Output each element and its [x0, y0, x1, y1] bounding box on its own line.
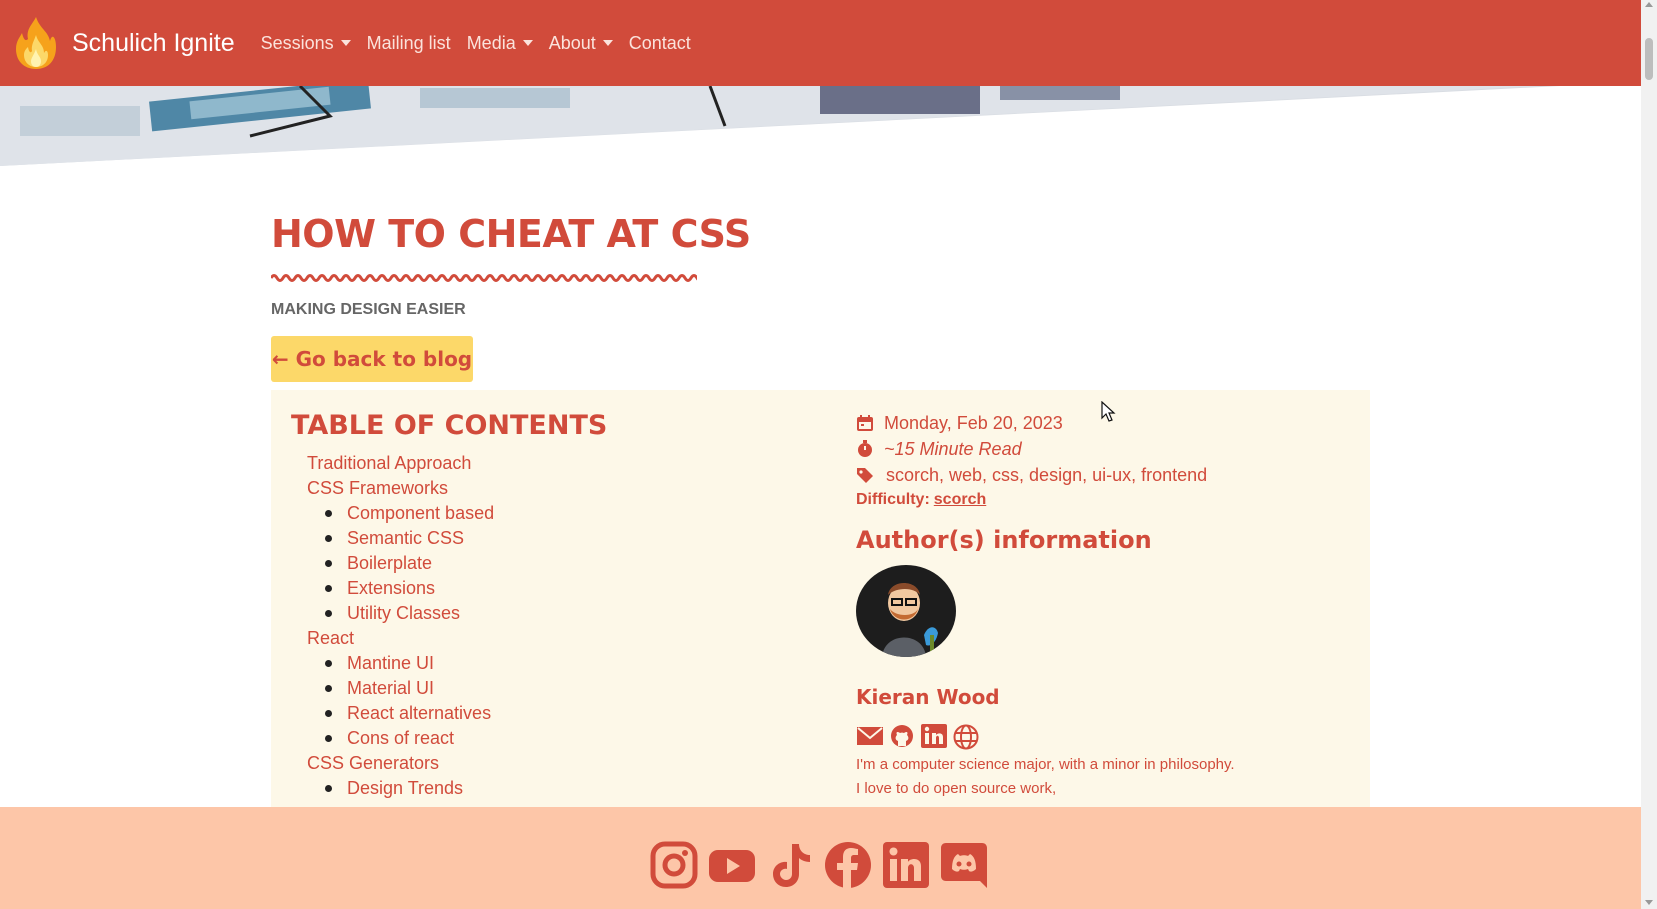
toc-link-utility-classes[interactable]: Utility Classes — [347, 603, 460, 624]
nav-contact-label: Contact — [628, 32, 691, 53]
tags-row: scorch, web, css, design, ui-ux, fronten… — [856, 462, 1207, 488]
scroll-up-arrow-icon[interactable] — [1645, 2, 1653, 7]
linkedin-icon[interactable] — [920, 724, 948, 755]
hero-image — [0, 86, 1641, 166]
nav-contact[interactable]: Contact — [629, 33, 691, 54]
difficulty-row: Difficulty: scorch — [856, 488, 1207, 512]
nav-about-label: About — [548, 32, 596, 53]
read-time-row: ~15 Minute Read — [856, 436, 1207, 462]
mouse-cursor-icon — [1101, 401, 1116, 422]
read-time: ~15 Minute Read — [884, 438, 1022, 459]
email-icon[interactable] — [856, 724, 884, 755]
author-links — [856, 724, 980, 755]
toc-link-extensions[interactable]: Extensions — [347, 578, 435, 599]
nav-links: Sessions Mailing list Media About Contac… — [253, 33, 699, 54]
github-icon[interactable] — [888, 724, 916, 755]
toc-link-react[interactable]: React — [307, 628, 354, 649]
toc-link-mantine-ui[interactable]: Mantine UI — [347, 653, 434, 674]
discord-icon[interactable] — [940, 841, 988, 894]
post-tags[interactable]: scorch, web, css, design, ui-ux, fronten… — [886, 465, 1207, 486]
instagram-icon[interactable] — [650, 841, 698, 894]
difficulty-label: Difficulty: — [856, 491, 930, 508]
toc-link-cons-of-react[interactable]: Cons of react — [347, 728, 454, 749]
bullet-icon — [325, 560, 332, 567]
difficulty-link[interactable]: scorch — [934, 491, 986, 509]
social-links — [650, 841, 988, 894]
bullet-icon — [325, 535, 332, 542]
post-date: Monday, Feb 20, 2023 — [884, 412, 1063, 433]
nav-about[interactable]: About — [549, 33, 613, 54]
author-bio: I'm a computer science major, with a min… — [856, 756, 1235, 797]
tiktok-icon[interactable] — [766, 841, 814, 894]
bullet-icon — [325, 585, 332, 592]
globe-icon[interactable] — [952, 724, 980, 755]
youtube-icon[interactable] — [708, 841, 756, 894]
nav-sessions[interactable]: Sessions — [261, 33, 351, 54]
bullet-icon — [325, 660, 332, 667]
bullet-icon — [325, 685, 332, 692]
scroll-down-arrow-icon[interactable] — [1645, 900, 1653, 905]
bullet-icon — [325, 735, 332, 742]
nav-mailing-list[interactable]: Mailing list — [367, 33, 451, 54]
toc-heading: TABLE OF CONTENTS — [291, 410, 608, 441]
calendar-icon — [857, 415, 873, 431]
toc-link-boilerplate[interactable]: Boilerplate — [347, 553, 432, 574]
page-scrollbar[interactable] — [1641, 0, 1657, 909]
bullet-icon — [325, 510, 332, 517]
navbar: Schulich Ignite Sessions Mailing list Me… — [0, 0, 1641, 86]
post-meta: Monday, Feb 20, 2023 ~15 Minute Read sco… — [856, 410, 1207, 512]
page-subtitle: MAKING DESIGN EASIER — [271, 301, 466, 318]
brand-link[interactable]: Schulich Ignite — [14, 15, 235, 71]
linkedin-icon[interactable] — [882, 841, 930, 894]
toc-link-semantic-css[interactable]: Semantic CSS — [347, 528, 464, 549]
author-heading: Author(s) information — [856, 526, 1152, 554]
post-info-panel: TABLE OF CONTENTS Traditional Approach C… — [271, 390, 1370, 810]
toc-link-react-alternatives[interactable]: React alternatives — [347, 703, 491, 724]
author-avatar — [856, 565, 956, 657]
flame-logo-icon — [16, 17, 56, 69]
toc-link-design-trends[interactable]: Design Trends — [347, 778, 463, 799]
nav-mailing-list-label: Mailing list — [366, 32, 451, 53]
toc-link-traditional-approach[interactable]: Traditional Approach — [307, 453, 471, 474]
brand-name: Schulich Ignite — [72, 28, 235, 57]
facebook-icon[interactable] — [824, 841, 872, 894]
author-name: Kieran Wood — [856, 685, 1000, 709]
tags-icon — [857, 468, 873, 483]
bullet-icon — [325, 710, 332, 717]
caret-down-icon — [340, 40, 351, 46]
page-title: HOW TO CHEAT AT CSS — [271, 212, 751, 256]
stopwatch-icon — [858, 440, 872, 457]
back-to-blog-button[interactable]: ← Go back to blog — [271, 336, 473, 382]
post-date-row: Monday, Feb 20, 2023 — [856, 410, 1207, 436]
caret-down-icon — [522, 40, 533, 46]
toc-link-material-ui[interactable]: Material UI — [347, 678, 434, 699]
toc-link-css-generators[interactable]: CSS Generators — [307, 753, 439, 774]
bullet-icon — [325, 610, 332, 617]
bullet-icon — [325, 785, 332, 792]
nav-sessions-label: Sessions — [260, 32, 334, 53]
footer — [0, 807, 1641, 909]
nav-media[interactable]: Media — [467, 33, 533, 54]
wavy-underline — [271, 274, 697, 282]
nav-media-label: Media — [466, 32, 516, 53]
caret-down-icon — [602, 40, 613, 46]
toc-link-component-based[interactable]: Component based — [347, 503, 494, 524]
scroll-thumb[interactable] — [1645, 38, 1653, 80]
toc-link-css-frameworks[interactable]: CSS Frameworks — [307, 478, 448, 499]
